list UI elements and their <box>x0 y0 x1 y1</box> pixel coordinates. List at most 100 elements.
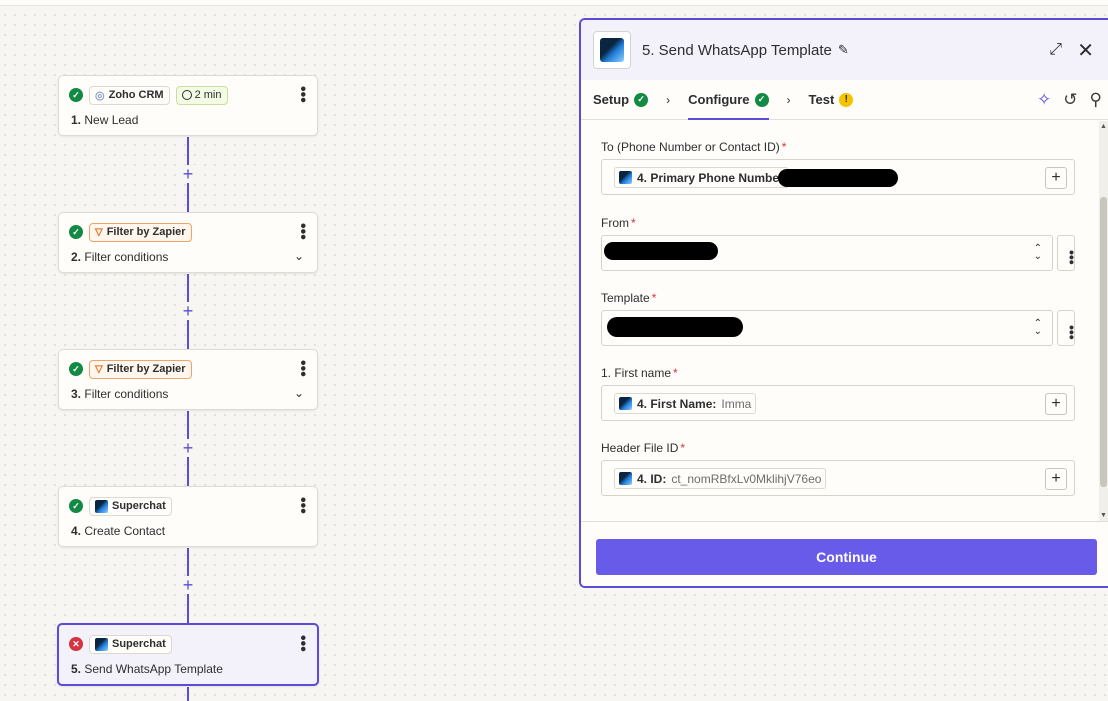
filter-icon: ▽ <box>95 226 103 238</box>
add-step-icon[interactable]: + <box>179 165 197 183</box>
success-check-icon: ✓ <box>69 362 83 376</box>
first-name-field[interactable]: 4. First Name: Imma + <box>601 385 1075 421</box>
chevron-down-icon[interactable]: ⌄ <box>294 386 304 400</box>
step-title: 3. Filter conditions <box>71 387 169 401</box>
duration-text: 2 min <box>194 89 222 101</box>
step-tabs: Setup ✓ › Configure ✓ › Test ! ✧ ↺ ⚲ <box>581 80 1108 120</box>
refresh-icon[interactable]: ↺ <box>1063 90 1077 110</box>
error-x-icon: ✕ <box>69 637 83 651</box>
superchat-icon <box>95 637 108 651</box>
data-token[interactable]: 4. ID: ct_nomRBfxLv0MklihjV76eo <box>614 468 827 489</box>
app-name: Zoho CRM <box>108 89 164 101</box>
top-bar <box>0 0 1108 6</box>
step-card-4[interactable]: ✓ Superchat ••• 4. Create Contact <box>58 486 318 547</box>
scroll-up-icon[interactable]: ▲ <box>1100 123 1107 130</box>
success-check-icon: ✓ <box>69 88 83 102</box>
add-step-icon[interactable]: + <box>179 302 197 320</box>
tab-tools: ✧ ↺ ⚲ <box>1037 90 1102 110</box>
field-label: 1. First name * <box>601 366 678 380</box>
more-options-icon[interactable]: ••• <box>1057 235 1080 271</box>
updown-chevron-icon: ⌃ ⌄ <box>1033 318 1042 337</box>
clock-icon <box>181 90 192 100</box>
success-check-icon: ✓ <box>69 225 83 239</box>
duration-badge: 2 min <box>175 85 228 105</box>
updown-chevron-icon: ⌃ ⌄ <box>1033 243 1042 262</box>
add-step-icon[interactable]: + <box>179 439 197 457</box>
check-icon: ✓ <box>754 92 769 107</box>
superchat-icon <box>600 38 624 62</box>
to-field[interactable]: 4. Primary Phone Number + <box>601 159 1075 195</box>
filter-icon: ▽ <box>95 363 103 375</box>
scroll-down-icon[interactable]: ▼ <box>1100 512 1107 519</box>
more-options-icon[interactable]: ••• <box>294 360 311 377</box>
app-badge: ◎ Zoho CRM <box>89 85 170 105</box>
app-badge: ▽ Filter by Zapier <box>89 222 192 242</box>
insert-data-button[interactable]: + <box>1045 167 1067 189</box>
chevron-right-icon: › <box>666 92 671 107</box>
step-card-1[interactable]: ✓ ◎ Zoho CRM 2 min ••• 1. New Lead <box>58 75 318 136</box>
superchat-icon <box>619 171 632 184</box>
check-icon: ✓ <box>634 92 649 107</box>
step-title: 4. Create Contact <box>71 524 166 538</box>
chevron-down-icon[interactable]: ⌄ <box>294 249 304 263</box>
insert-data-button[interactable]: + <box>1045 468 1067 490</box>
more-options-icon[interactable]: ••• <box>294 223 311 240</box>
step-title: 5. Send WhatsApp Template <box>71 662 223 676</box>
panel-header: 5. Send WhatsApp Template ✎ ⤢ ✕ <box>581 20 1108 80</box>
connector-line <box>187 687 189 701</box>
tab-configure[interactable]: Configure ✓ <box>688 80 769 120</box>
app-name: Filter by Zapier <box>106 226 186 238</box>
app-logo <box>593 31 631 69</box>
zoho-icon: ◎ <box>95 89 105 102</box>
header-file-id-field[interactable]: 4. ID: ct_nomRBfxLv0MklihjV76eo + <box>601 460 1075 496</box>
more-options-icon[interactable]: ••• <box>294 86 311 103</box>
configure-form: To (Phone Number or Contact ID) * 4. Prim… <box>581 121 1108 521</box>
step-card-2[interactable]: ✓ ▽ Filter by Zapier ••• 2. Filter condi… <box>58 212 318 273</box>
more-options-icon[interactable]: ••• <box>294 635 311 652</box>
from-select[interactable]: ⌃ ⌄ <box>601 235 1053 271</box>
scrollbar-thumb[interactable] <box>1100 197 1107 487</box>
pencil-icon[interactable]: ✎ <box>838 42 849 58</box>
scrollbar[interactable]: ▲ ▼ <box>1099 121 1108 521</box>
app-badge: Superchat <box>89 496 172 516</box>
app-name: Superchat <box>112 500 166 512</box>
field-label: Header File ID * <box>601 441 686 455</box>
panel-title[interactable]: 5. Send WhatsApp Template <box>642 42 832 59</box>
field-label: To (Phone Number or Contact ID) * <box>601 140 787 154</box>
step-title: 2. Filter conditions <box>71 250 169 264</box>
data-token[interactable]: 4. Primary Phone Number <box>614 167 789 188</box>
template-select[interactable]: ⌃ ⌄ <box>601 310 1053 346</box>
chevron-right-icon: › <box>786 92 791 107</box>
warning-icon: ! <box>839 92 854 107</box>
superchat-icon <box>95 499 108 513</box>
app-badge: ▽ Filter by Zapier <box>89 359 192 379</box>
expand-icon[interactable]: ⤢ <box>1049 41 1062 59</box>
insert-data-button[interactable]: + <box>1045 393 1067 415</box>
tab-setup[interactable]: Setup ✓ <box>593 80 649 120</box>
field-label: Template * <box>601 291 657 305</box>
more-options-icon[interactable]: ••• <box>1057 310 1080 346</box>
tab-test[interactable]: Test ! <box>809 80 854 120</box>
panel-footer: Continue <box>581 521 1108 586</box>
superchat-icon <box>619 472 632 485</box>
close-icon[interactable]: ✕ <box>1077 38 1094 63</box>
ai-sparkle-icon[interactable]: ✧ <box>1037 90 1051 110</box>
step-card-3[interactable]: ✓ ▽ Filter by Zapier ••• 3. Filter condi… <box>58 349 318 410</box>
step-editor-panel: 5. Send WhatsApp Template ✎ ⤢ ✕ Setup ✓ … <box>579 18 1108 588</box>
redacted-value <box>604 242 718 260</box>
data-token[interactable]: 4. First Name: Imma <box>614 393 757 414</box>
step-title: 1. New Lead <box>71 113 139 127</box>
search-icon[interactable]: ⚲ <box>1090 90 1102 110</box>
continue-button[interactable]: Continue <box>596 539 1097 575</box>
app-name: Superchat <box>112 638 166 650</box>
superchat-icon <box>619 397 632 410</box>
field-label: From * <box>601 216 636 230</box>
redacted-value <box>607 317 743 337</box>
app-badge: Superchat <box>89 634 172 654</box>
app-name: Filter by Zapier <box>106 363 186 375</box>
redacted-value <box>778 169 898 187</box>
step-card-5[interactable]: ✕ Superchat ••• 5. Send WhatsApp Templat… <box>57 623 319 686</box>
more-options-icon[interactable]: ••• <box>294 497 311 514</box>
add-step-icon[interactable]: + <box>179 576 197 594</box>
success-check-icon: ✓ <box>69 499 83 513</box>
